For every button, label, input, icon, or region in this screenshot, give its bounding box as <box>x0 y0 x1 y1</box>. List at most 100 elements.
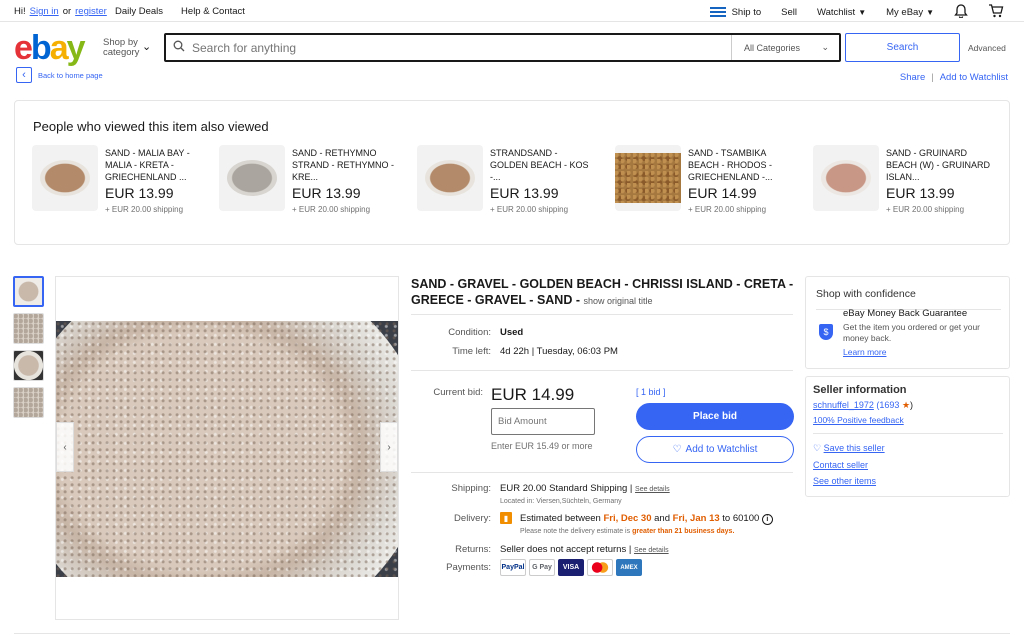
cart-icon[interactable] <box>988 4 1004 21</box>
help-contact-link[interactable]: Help & Contact <box>181 6 245 17</box>
seller-name-link[interactable]: schnuffel_1972 <box>813 400 874 410</box>
shop-by-category[interactable]: Shop by category <box>103 38 139 58</box>
share-link[interactable]: Share <box>900 72 925 83</box>
main-image-frame: ‹ › <box>55 276 399 620</box>
also-viewed-card[interactable]: SAND - TSAMBIKA BEACH - RHODOS - GRIECHE… <box>615 145 805 225</box>
save-seller-link[interactable]: ♡ Save this seller <box>813 443 885 454</box>
add-to-watchlist-link[interactable]: Add to Watchlist <box>940 72 1008 83</box>
confidence-heading: Shop with confidence <box>816 288 916 300</box>
seller-name-row: schnuffel_1972 (1693 ★) <box>813 400 914 410</box>
divider <box>411 314 793 315</box>
guarantee-text: Get the item you ordered or get your mon… <box>843 322 981 343</box>
contact-seller-link[interactable]: Contact seller <box>813 460 868 470</box>
or-text: or <box>62 6 72 17</box>
main-product-image[interactable] <box>56 321 398 577</box>
returns-details-link[interactable]: See details <box>634 547 669 554</box>
star-icon: ★ <box>901 400 911 410</box>
item-title[interactable]: SAND - GRUINARD BEACH (W) - GRUINARD ISL… <box>886 147 991 183</box>
bid-hint: Enter EUR 15.49 or more <box>491 441 593 451</box>
learn-more-link[interactable]: Learn more <box>843 347 886 357</box>
delivery-note: Please note the delivery estimate is gre… <box>520 528 735 535</box>
also-viewed-card[interactable]: SAND - RETHYMNO STRAND - RETHYMNO - KRE.… <box>219 145 409 225</box>
shipping-value: EUR 20.00 Standard Shipping | See detail… <box>500 483 670 494</box>
my-ebay-menu[interactable]: My eBay ▼ <box>886 7 934 18</box>
item-thumbnail[interactable] <box>32 145 98 211</box>
item-thumbnail[interactable] <box>417 145 483 211</box>
search-bar: All Categories⌄ <box>164 33 841 62</box>
section-title: People who viewed this item also viewed <box>33 119 269 134</box>
ship-to-menu[interactable]: Ship to <box>709 7 761 18</box>
ebay-logo[interactable]: ebay <box>14 28 86 68</box>
shield-icon: $ <box>819 324 833 340</box>
visa-icon: VISA <box>558 559 584 576</box>
item-thumbnail[interactable] <box>813 145 879 211</box>
bid-amount-input[interactable] <box>491 408 595 435</box>
also-viewed-section: People who viewed this item also viewed … <box>14 100 1010 245</box>
show-original-title-link[interactable]: show original title <box>583 296 652 306</box>
sign-in-link[interactable]: Sign in <box>30 6 59 17</box>
search-button[interactable]: Search <box>845 33 960 62</box>
daily-deals-link[interactable]: Daily Deals <box>115 6 163 17</box>
back-to-home[interactable]: ‹ Back to home page <box>16 67 103 83</box>
item-title[interactable]: SAND - MALIA BAY - MALIA - KRETA - GRIEC… <box>105 147 210 183</box>
item-thumbnail[interactable] <box>219 145 285 211</box>
positive-feedback-link[interactable]: 100% Positive feedback <box>813 415 904 425</box>
returns-label: Returns: <box>455 544 491 555</box>
also-viewed-card[interactable]: SAND - GRUINARD BEACH (W) - GRUINARD ISL… <box>813 145 1003 225</box>
item-title[interactable]: SAND - RETHYMNO STRAND - RETHYMNO - KRE.… <box>292 147 397 183</box>
time-left-label: Time left: <box>452 346 491 357</box>
register-link[interactable]: register <box>75 6 107 17</box>
item-location: Located in: Viersen,Süchteln, Germany <box>500 498 622 505</box>
gallery-thumbnail[interactable] <box>13 350 44 381</box>
item-title[interactable]: SAND - TSAMBIKA BEACH - RHODOS - GRIECHE… <box>688 147 793 183</box>
seller-information-box: Seller information schnuffel_1972 (1693 … <box>805 376 1010 497</box>
shop-with-confidence-box: Shop with confidence $ eBay Money Back G… <box>805 276 1010 369</box>
add-to-watchlist-button[interactable]: ♡ Add to Watchlist <box>636 436 794 463</box>
feedback-score-link[interactable]: (1693 <box>876 400 899 410</box>
category-select[interactable]: All Categories ⌄ <box>731 35 839 60</box>
chevron-down-icon: ▼ <box>926 8 934 17</box>
shipping-details-link[interactable]: See details <box>635 486 670 493</box>
search-input[interactable] <box>192 40 731 55</box>
sell-link[interactable]: Sell <box>781 7 797 18</box>
item-title[interactable]: STRANDSAND - GOLDEN BEACH - KOS -... <box>490 147 595 183</box>
greece-flag-icon <box>709 7 726 18</box>
place-bid-button[interactable]: Place bid <box>636 403 794 430</box>
chevron-down-icon[interactable]: ⌄ <box>142 40 151 53</box>
item-shipping: + EUR 20.00 shipping <box>105 205 184 214</box>
time-left-value: 4d 22h | Tuesday, 06:03 PM <box>500 346 618 357</box>
advanced-search-link[interactable]: Advanced <box>968 43 1006 53</box>
watchlist-menu[interactable]: Watchlist ▼ <box>817 7 866 18</box>
also-viewed-card[interactable]: STRANDSAND - GOLDEN BEACH - KOS -... EUR… <box>417 145 607 225</box>
heart-icon: ♡ <box>813 443 822 453</box>
item-price: EUR 13.99 <box>490 185 559 201</box>
chevron-right-icon[interactable]: › <box>380 422 398 472</box>
product-title: SAND - GRAVEL - GOLDEN BEACH - CHRISSI I… <box>411 277 794 307</box>
shipping-label: Shipping: <box>451 483 491 494</box>
chevron-left-icon[interactable]: ‹ <box>56 422 74 472</box>
item-price: EUR 13.99 <box>886 185 955 201</box>
chevron-down-icon: ▼ <box>858 8 867 17</box>
gallery-thumbnail[interactable] <box>13 313 44 344</box>
also-viewed-card[interactable]: SAND - MALIA BAY - MALIA - KRETA - GRIEC… <box>32 145 222 225</box>
bid-count-link[interactable]: [ 1 bid ] <box>636 387 666 397</box>
info-icon[interactable]: i <box>761 514 773 525</box>
item-shipping: + EUR 20.00 shipping <box>292 205 371 214</box>
image-thumbnails <box>13 276 45 424</box>
gallery-thumbnail[interactable] <box>13 387 44 418</box>
item-shipping: + EUR 20.00 shipping <box>490 205 569 214</box>
delivery-label: Delivery: <box>454 513 491 524</box>
item-price: EUR 13.99 <box>105 185 174 201</box>
returns-value: Seller does not accept returns | See det… <box>500 544 669 555</box>
separator: | <box>931 72 934 83</box>
notification-bell-icon[interactable] <box>954 4 968 21</box>
chevron-down-icon: ⌄ <box>821 42 829 52</box>
seller-heading: Seller information <box>813 384 907 396</box>
item-thumbnail[interactable] <box>615 145 681 211</box>
gallery-thumbnail[interactable] <box>13 276 44 307</box>
google-pay-icon: G Pay <box>529 559 555 576</box>
share-bar: Share | Add to Watchlist <box>900 72 1008 83</box>
item-shipping: + EUR 20.00 shipping <box>886 205 965 214</box>
other-items-link[interactable]: See other items <box>813 476 876 486</box>
divider <box>14 633 1010 634</box>
